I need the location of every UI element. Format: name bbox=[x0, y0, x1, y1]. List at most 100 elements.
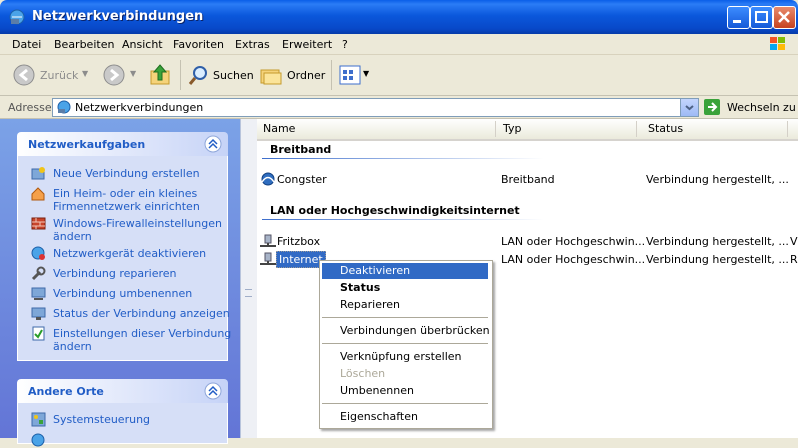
pane-splitter[interactable] bbox=[240, 119, 258, 438]
new-connection-icon bbox=[31, 167, 45, 180]
folders-button[interactable]: Ordner bbox=[258, 62, 326, 88]
other-places-title: Andere Orte bbox=[28, 385, 104, 398]
address-dropdown-button[interactable] bbox=[680, 99, 698, 116]
context-separator bbox=[322, 403, 488, 404]
back-button[interactable]: Zurück ▼ bbox=[10, 62, 96, 88]
back-dropdown-icon[interactable]: ▼ bbox=[82, 69, 88, 78]
connection-extra: R bbox=[790, 253, 798, 266]
menu-help[interactable]: ? bbox=[342, 38, 348, 51]
minimize-button[interactable] bbox=[727, 6, 750, 29]
task-label: Verbindung umbenennen bbox=[53, 287, 193, 300]
lan-connection-icon bbox=[260, 234, 276, 247]
address-value: Netzwerkverbindungen bbox=[75, 101, 204, 114]
other-places-panel: Andere Orte Systemsteuerung bbox=[17, 379, 228, 447]
context-item-umbenennen[interactable]: Umbenennen bbox=[340, 384, 414, 397]
collapse-icon[interactable] bbox=[204, 135, 222, 153]
broadband-connection-icon bbox=[261, 172, 275, 186]
up-folder-icon bbox=[150, 64, 170, 85]
forward-dropdown-icon[interactable]: ▼ bbox=[130, 69, 136, 78]
column-header-status[interactable]: Status bbox=[642, 121, 788, 137]
context-item-verbindungen-ueberbruecken[interactable]: Verbindungen überbrücken bbox=[340, 324, 490, 337]
context-item-verknuepfung-erstellen[interactable]: Verknüpfung erstellen bbox=[340, 350, 462, 363]
properties-icon bbox=[32, 326, 45, 341]
back-label: Zurück bbox=[40, 69, 79, 82]
task-label: Einstellungen dieser Verbindung bbox=[53, 327, 232, 340]
connection-name: Fritzbox bbox=[277, 235, 321, 248]
task-label: Netzwerkgerät deaktivieren bbox=[53, 247, 207, 260]
network-tasks-header[interactable]: Netzwerkaufgaben bbox=[17, 132, 228, 156]
connection-type: LAN oder Hochgeschwin... bbox=[501, 253, 646, 266]
connection-type: LAN oder Hochgeschwin... bbox=[501, 235, 646, 248]
forward-arrow-icon bbox=[103, 64, 125, 86]
group-divider bbox=[262, 219, 544, 220]
context-item-deaktivieren[interactable]: Deaktivieren bbox=[340, 264, 410, 277]
connection-name: Congster bbox=[277, 173, 327, 186]
address-input[interactable]: Netzwerkverbindungen bbox=[52, 98, 699, 117]
context-menu: Deaktivieren Status Reparieren Verbindun… bbox=[319, 260, 493, 429]
home-network-icon bbox=[31, 187, 45, 201]
context-item-status[interactable]: Status bbox=[340, 281, 380, 294]
place-label: Systemsteuerung bbox=[53, 413, 151, 426]
splitter-grip[interactable] bbox=[245, 289, 252, 297]
menu-ansicht[interactable]: Ansicht bbox=[122, 38, 163, 51]
maximize-button[interactable] bbox=[750, 6, 773, 29]
connection-status: Verbindung hergestellt, ... bbox=[646, 235, 789, 248]
disable-network-icon bbox=[31, 246, 45, 260]
connection-extra: V bbox=[790, 235, 798, 248]
views-icon bbox=[339, 65, 361, 85]
control-panel-icon bbox=[31, 412, 46, 427]
group-divider bbox=[262, 158, 544, 159]
forward-button[interactable]: ▼ bbox=[100, 62, 140, 88]
rename-icon bbox=[31, 287, 46, 300]
up-folder-button[interactable] bbox=[148, 62, 174, 88]
firewall-icon bbox=[31, 217, 46, 230]
toolbar-separator bbox=[180, 60, 181, 90]
task-label: Windows-Firewalleinstellungen bbox=[53, 217, 222, 230]
context-item-reparieren[interactable]: Reparieren bbox=[340, 298, 400, 311]
go-arrow-icon bbox=[704, 99, 720, 115]
connection-type: Breitband bbox=[501, 173, 555, 186]
connection-status: Verbindung hergestellt, ... bbox=[646, 253, 789, 266]
network-tasks-title: Netzwerkaufgaben bbox=[28, 138, 146, 151]
repair-wrench-icon bbox=[31, 266, 46, 281]
context-item-loeschen-disabled: Löschen bbox=[340, 367, 386, 380]
connection-status: Verbindung hergestellt, ... bbox=[646, 173, 789, 186]
column-header-name[interactable]: Name bbox=[257, 121, 496, 137]
network-connections-icon bbox=[57, 100, 71, 114]
menu-bearbeiten[interactable]: Bearbeiten bbox=[54, 38, 114, 51]
task-label: Neue Verbindung erstellen bbox=[53, 167, 200, 180]
context-item-eigenschaften[interactable]: Eigenschaften bbox=[340, 410, 418, 423]
task-label: ändern bbox=[53, 230, 92, 243]
go-label: Wechseln zu bbox=[727, 101, 796, 114]
views-button[interactable]: ▼ bbox=[338, 64, 372, 88]
go-button[interactable]: Wechseln zu bbox=[703, 98, 796, 116]
lan-connection-icon bbox=[260, 252, 276, 265]
toolbar-separator bbox=[331, 60, 332, 90]
folders-icon bbox=[260, 69, 282, 85]
menu-erweitert[interactable]: Erweitert bbox=[282, 38, 332, 51]
menu-extras[interactable]: Extras bbox=[235, 38, 270, 51]
views-dropdown-icon[interactable]: ▼ bbox=[363, 69, 369, 78]
connection-row-congster[interactable]: Congster Breitband Verbindung hergestell… bbox=[257, 170, 798, 188]
search-button[interactable]: Suchen bbox=[186, 62, 254, 88]
other-places-header[interactable]: Andere Orte bbox=[17, 379, 228, 403]
address-label: Adresse bbox=[8, 101, 52, 114]
menu-favoriten[interactable]: Favoriten bbox=[173, 38, 224, 51]
network-tasks-list: Neue Verbindung erstellen Ein Heim- oder… bbox=[17, 156, 232, 361]
status-icon bbox=[31, 307, 46, 320]
menu-datei[interactable]: Datei bbox=[12, 38, 41, 51]
column-header-type[interactable]: Typ bbox=[497, 121, 637, 137]
close-button[interactable] bbox=[773, 6, 796, 29]
network-places-icon bbox=[31, 433, 45, 447]
window-title: Netzwerkverbindungen bbox=[32, 9, 204, 24]
collapse-icon[interactable] bbox=[204, 382, 222, 400]
column-header-more[interactable] bbox=[787, 121, 798, 137]
group-lan: LAN oder Hochgeschwindigkeitsinternet bbox=[270, 204, 520, 217]
task-label: Verbindung reparieren bbox=[53, 267, 177, 280]
network-tasks-panel: Netzwerkaufgaben Neue Verbindung erstell… bbox=[17, 132, 232, 361]
folders-label: Ordner bbox=[287, 69, 326, 82]
search-label: Suchen bbox=[213, 69, 254, 82]
connection-row-fritzbox[interactable]: Fritzbox LAN oder Hochgeschwin... Verbin… bbox=[257, 232, 798, 250]
group-broadband: Breitband bbox=[270, 143, 332, 156]
chevron-down-icon bbox=[685, 105, 694, 111]
